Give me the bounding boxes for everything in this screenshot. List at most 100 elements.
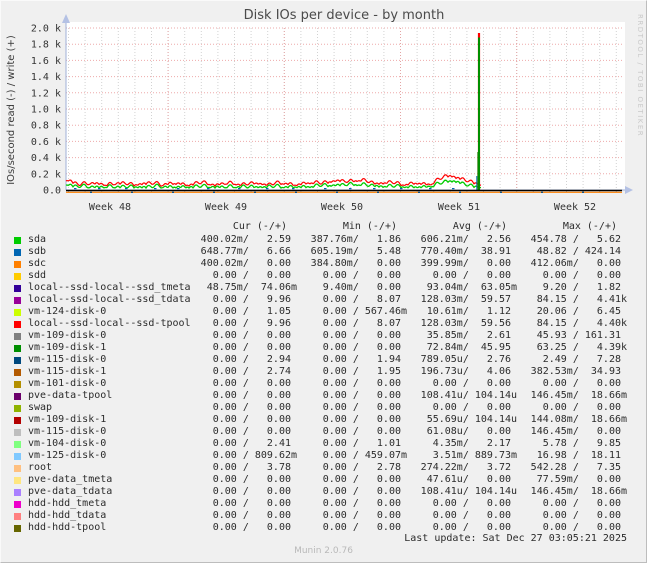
- legend-value-cur: 0.00 / 0.00: [200, 486, 297, 497]
- legend-device-label: pve-data-tpool: [28, 390, 113, 401]
- legend-swatch: [14, 428, 21, 436]
- legend-value-min: 0.00 / 8.07: [310, 294, 407, 305]
- legend-row: pve-data_tmeta 0.00 / 0.00 0.00 / 0.00 4…: [0, 474, 647, 486]
- legend-row: vm-101-disk-0 0.00 / 0.00 0.00 / 0.00 0.…: [0, 378, 647, 390]
- legend-value-max: 16.98 / 18.11: [530, 450, 627, 461]
- legend-value-min: 0.00 / 0.00: [310, 270, 407, 281]
- legend-header-cur: Cur (-/+): [232, 221, 287, 232]
- legend-value-cur: 0.00 / 0.00: [200, 378, 297, 389]
- legend-value-min: 387.76m/ 1.86: [310, 234, 407, 245]
- legend-row: local--ssd-local--ssd_tdata 0.00 / 9.96 …: [0, 294, 647, 306]
- legend-value-avg: 0.00 / 0.00: [420, 510, 517, 521]
- legend-header-spacer: [14, 224, 21, 231]
- legend-value-max: 146.45m/ 18.66m: [530, 486, 627, 497]
- last-update-text: Last update: Sat Dec 27 03:05:21 2025: [404, 533, 627, 544]
- legend-swatch: [14, 284, 21, 292]
- legend-swatch: [14, 488, 21, 496]
- legend-device-label: vm-104-disk-0: [28, 438, 107, 449]
- legend-swatch: [14, 320, 21, 328]
- legend-swatch: [14, 332, 21, 340]
- legend-rows: sda 400.02m/ 2.59 387.76m/ 1.86 606.21m/ …: [0, 234, 647, 534]
- legend-value-max: 0.00 / 0.00: [530, 378, 627, 389]
- legend-value-cur: 0.00 / 0.00: [200, 414, 297, 425]
- legend-value-min: 0.00 / 0.00: [310, 414, 407, 425]
- legend-row: vm-125-disk-0 0.00 / 809.62m 0.00 / 459.…: [0, 450, 647, 462]
- legend-swatch: [14, 416, 21, 424]
- legend-device-label: vm-125-disk-0: [28, 450, 107, 461]
- legend-value-min: 0.00 / 1.01: [310, 438, 407, 449]
- legend-header-avg: Avg (-/+): [452, 221, 507, 232]
- legend-row: vm-109-disk-1 0.00 / 0.00 0.00 / 0.00 55…: [0, 414, 647, 426]
- legend-value-max: 382.53m/ 34.93: [530, 366, 627, 377]
- legend-device-label: hdd-hdd_tmeta: [28, 498, 107, 509]
- legend-value-cur: 0.00 / 1.05: [200, 306, 297, 317]
- legend-value-max: 412.06m/ 0.00: [530, 258, 627, 269]
- legend-value-avg: 128.03m/ 59.56: [420, 318, 517, 329]
- legend-swatch: [14, 512, 21, 520]
- legend-value-min: 0.00 / 0.00: [310, 402, 407, 413]
- legend-swatch: [14, 464, 21, 472]
- legend-value-max: 20.06 / 6.45: [530, 306, 627, 317]
- legend-value-cur: 0.00 / 3.78: [200, 462, 297, 473]
- svg-text:1.2 k: 1.2 k: [31, 88, 61, 99]
- legend-value-max: 0.00 / 0.00: [530, 402, 627, 413]
- legend-value-min: 0.00 / 8.07: [310, 318, 407, 329]
- legend-value-min: 0.00 / 0.00: [310, 330, 407, 341]
- legend-value-cur: 648.77m/ 6.66: [200, 246, 297, 257]
- legend-device-label: pve-data_tmeta: [28, 474, 113, 485]
- legend-value-max: 2.49 / 7.28: [530, 354, 627, 365]
- legend-value-min: 0.00 / 0.00: [310, 498, 407, 509]
- legend-value-avg: 0.00 / 0.00: [420, 378, 517, 389]
- svg-text:1.0 k: 1.0 k: [31, 105, 61, 116]
- disk-io-chart: 2.0 k 1.8 k 1.6 k 1.4 k 1.2 k 1.0 k 0.8 k 0.6 k…: [31, 14, 633, 213]
- legend-value-avg: 0.00 / 0.00: [420, 498, 517, 509]
- legend-value-max: 146.45m/ 0.00: [530, 426, 627, 437]
- svg-text:1.8 k: 1.8 k: [31, 40, 61, 51]
- legend-swatch: [14, 308, 21, 316]
- legend-row: vm-104-disk-0 0.00 / 2.41 0.00 / 1.01 4.…: [0, 438, 647, 450]
- legend-device-label: vm-115-disk-0: [28, 354, 107, 365]
- legend-device-label: sdc: [28, 258, 47, 269]
- legend-value-cur: 0.00 / 2.41: [200, 438, 297, 449]
- legend-device-label: local--ssd-local--ssd_tdata: [28, 294, 191, 305]
- legend-device-label: root: [28, 462, 53, 473]
- svg-text:2.0 k: 2.0 k: [31, 24, 61, 35]
- legend-value-min: 0.00 / 0.00: [310, 486, 407, 497]
- legend-value-max: 0.00 / 0.00: [530, 498, 627, 509]
- legend-value-cur: 0.00 / 0.00: [200, 330, 297, 341]
- legend-value-avg: 0.00 / 0.00: [420, 402, 517, 413]
- legend-row: vm-115-disk-0 0.00 / 0.00 0.00 / 0.00 61…: [0, 426, 647, 438]
- legend-value-avg: 47.61u/ 0.00: [420, 474, 517, 485]
- legend-value-avg: 72.84m/ 45.95: [420, 342, 517, 353]
- legend-device-label: local--ssd-local--ssd_tmeta: [28, 282, 191, 293]
- svg-text:0.6 k: 0.6 k: [31, 137, 61, 148]
- legend-value-max: 77.59m/ 0.00: [530, 474, 627, 485]
- legend-value-min: 605.19m/ 5.48: [310, 246, 407, 257]
- legend-value-cur: 400.02m/ 2.59: [200, 234, 297, 245]
- legend-row: sda 400.02m/ 2.59 387.76m/ 1.86 606.21m/ …: [0, 234, 647, 246]
- legend-swatch: [14, 392, 21, 400]
- legend-value-avg: 0.00 / 0.00: [420, 270, 517, 281]
- legend-value-avg: 789.05u/ 2.76: [420, 354, 517, 365]
- legend-row: swap 0.00 / 0.00 0.00 / 0.00 0.00 / 0.00…: [0, 402, 647, 414]
- legend-value-cur: 0.00 / 0.00: [200, 390, 297, 401]
- legend-device-label: vm-109-disk-1: [28, 414, 107, 425]
- svg-text:1.4 k: 1.4 k: [31, 72, 61, 83]
- legend-value-max: 63.25 / 4.39k: [530, 342, 627, 353]
- legend-row: sdc 400.02m/ 0.00 384.80m/ 0.00 399.99m/ …: [0, 258, 647, 270]
- legend-swatch: [14, 248, 21, 256]
- legend-value-min: 9.40m/ 0.00: [310, 282, 407, 293]
- legend-value-cur: 400.02m/ 0.00: [200, 258, 297, 269]
- legend-row: pve-data_tdata 0.00 / 0.00 0.00 / 0.00 1…: [0, 486, 647, 498]
- legend-value-min: 0.00 / 0.00: [310, 474, 407, 485]
- svg-text:0.2 k: 0.2 k: [31, 169, 61, 180]
- legend-row: local--ssd-local--ssd-tpool 0.00 / 9.96 …: [0, 318, 647, 330]
- legend-value-cur: 48.75m/ 74.06m: [200, 282, 297, 293]
- legend-row: pve-data-tpool 0.00 / 0.00 0.00 / 0.00 1…: [0, 390, 647, 402]
- legend-swatch: [14, 476, 21, 484]
- legend-device-label: vm-115-disk-1: [28, 366, 107, 377]
- legend-value-avg: 93.04m/ 63.05m: [420, 282, 517, 293]
- svg-text:Week 51: Week 51: [438, 202, 480, 213]
- legend-value-avg: 108.41u/ 104.14u: [420, 486, 517, 497]
- legend-device-label: pve-data_tdata: [28, 486, 113, 497]
